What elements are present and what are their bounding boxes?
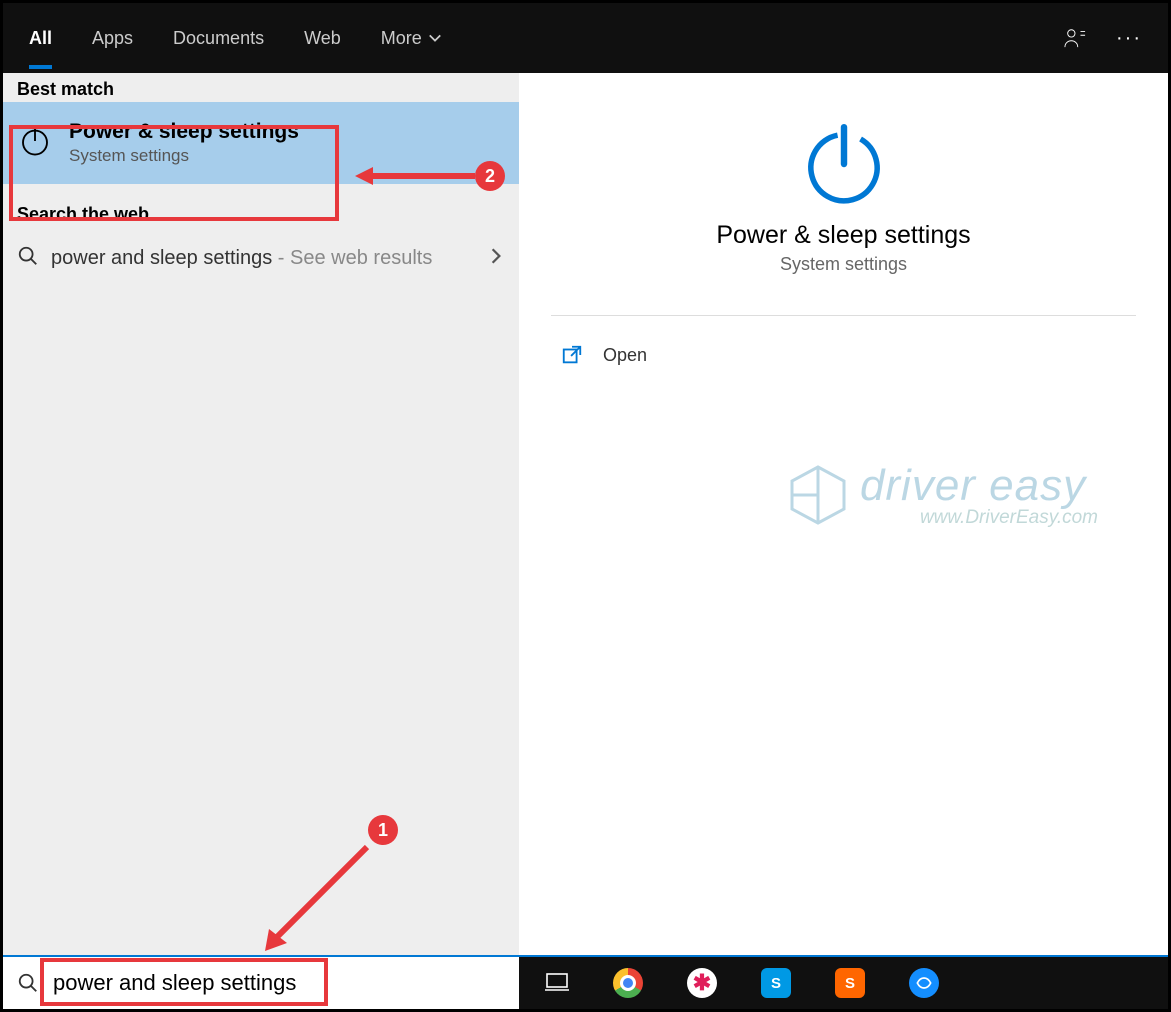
feedback-icon[interactable] bbox=[1064, 27, 1086, 49]
tab-documents[interactable]: Documents bbox=[173, 8, 264, 69]
power-icon bbox=[17, 123, 53, 164]
snagit-capture-icon[interactable]: S bbox=[835, 968, 865, 998]
open-icon bbox=[561, 344, 583, 366]
chrome-icon[interactable] bbox=[613, 968, 643, 998]
annotation-badge-2: 2 bbox=[475, 161, 505, 191]
drivereasy-logo-icon bbox=[786, 463, 850, 527]
chevron-right-icon[interactable] bbox=[487, 247, 505, 270]
tab-all[interactable]: All bbox=[29, 8, 52, 69]
search-web-heading: Search the web bbox=[3, 198, 519, 227]
slack-icon[interactable]: ✱ bbox=[687, 968, 717, 998]
search-icon bbox=[17, 972, 39, 994]
power-icon-large bbox=[519, 118, 1168, 215]
task-view-icon[interactable] bbox=[545, 969, 569, 998]
system-tray: ✱ S S bbox=[519, 957, 1168, 1009]
search-icon bbox=[17, 245, 39, 272]
battlenet-icon[interactable] bbox=[909, 968, 939, 998]
best-match-heading: Best match bbox=[3, 73, 519, 102]
tab-more[interactable]: More bbox=[381, 8, 442, 69]
tab-apps[interactable]: Apps bbox=[92, 8, 133, 69]
watermark: driver easy www.DriverEasy.com bbox=[786, 461, 1098, 529]
search-input[interactable] bbox=[53, 970, 509, 996]
preview-subtitle: System settings bbox=[519, 254, 1168, 275]
annotation-arrow-2 bbox=[355, 161, 475, 196]
taskbar: ✱ S S bbox=[3, 955, 1168, 1009]
best-match-title: Power & sleep settings bbox=[69, 120, 299, 144]
chevron-down-icon bbox=[428, 31, 442, 45]
annotation-badge-1: 1 bbox=[368, 815, 398, 845]
more-options-icon[interactable]: ··· bbox=[1116, 27, 1142, 50]
results-pane: Best match Power & sleep settings System… bbox=[3, 73, 519, 955]
best-match-subtitle: System settings bbox=[69, 146, 299, 166]
preview-title: Power & sleep settings bbox=[519, 221, 1168, 250]
open-action[interactable]: Open bbox=[519, 316, 1168, 394]
web-result[interactable]: power and sleep settings - See web resul… bbox=[3, 227, 519, 290]
annotation-arrow-1 bbox=[259, 841, 379, 966]
web-result-text: power and sleep settings - See web resul… bbox=[51, 247, 475, 270]
search-header: All Apps Documents Web More ··· bbox=[3, 3, 1168, 73]
snagit-editor-icon[interactable]: S bbox=[761, 968, 791, 998]
tab-web[interactable]: Web bbox=[304, 8, 341, 69]
